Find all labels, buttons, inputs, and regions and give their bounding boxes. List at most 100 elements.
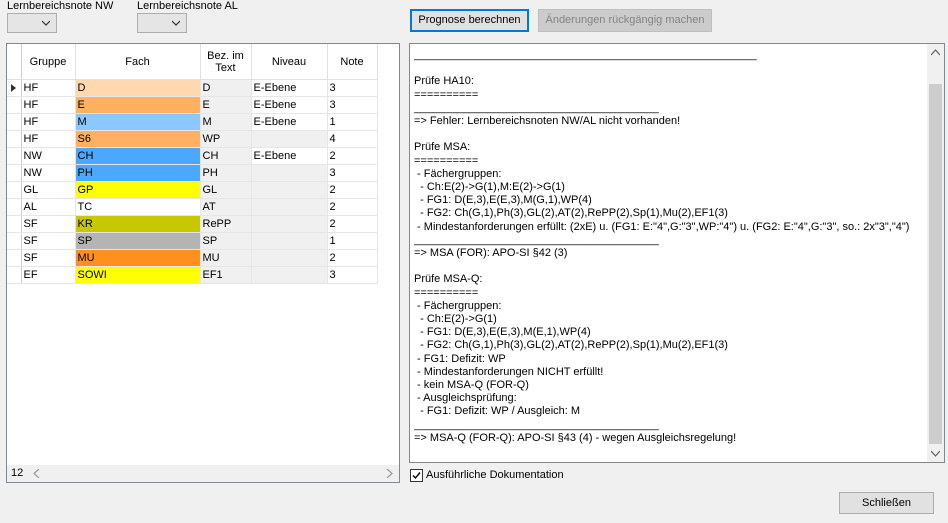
row-header[interactable] <box>7 96 22 114</box>
nw-select[interactable] <box>7 13 57 33</box>
cell-gruppe[interactable]: EF <box>21 266 76 284</box>
cell-bez[interactable]: AT <box>200 198 252 216</box>
cell-bez[interactable]: SP <box>200 232 252 250</box>
cell-gruppe[interactable]: AL <box>21 198 76 216</box>
cell-fach[interactable]: E <box>75 96 201 114</box>
cell-note[interactable]: 3 <box>327 164 378 182</box>
scrollbar-thumb[interactable] <box>929 84 942 444</box>
cell-gruppe[interactable]: HF <box>21 130 76 148</box>
cell-bez[interactable]: EF1 <box>200 266 252 284</box>
vertical-scrollbar[interactable] <box>927 44 944 462</box>
cell-gruppe[interactable]: SF <box>21 249 76 267</box>
row-header[interactable] <box>7 113 22 131</box>
cell-fach[interactable]: GP <box>75 181 201 199</box>
row-header[interactable] <box>7 181 22 199</box>
cell-niveau[interactable]: E-Ebene <box>251 79 328 97</box>
table-row[interactable]: AL TC AT 2 <box>7 198 378 216</box>
cell-niveau[interactable]: E-Ebene <box>251 113 328 131</box>
header-gruppe[interactable]: Gruppe <box>21 44 76 80</box>
cell-bez[interactable]: CH <box>200 147 252 165</box>
cell-fach[interactable]: D <box>75 79 201 97</box>
header-fach[interactable]: Fach <box>75 44 201 80</box>
detail-checkbox-label[interactable]: Ausführliche Dokumentation <box>426 469 564 481</box>
cell-note[interactable]: 4 <box>327 130 378 148</box>
header-note[interactable]: Note <box>327 44 378 80</box>
cell-note[interactable]: 2 <box>327 181 378 199</box>
chevron-up-icon[interactable] <box>931 48 940 57</box>
table-row[interactable]: HF E E E-Ebene 3 <box>7 96 378 114</box>
header-bez[interactable]: Bez. im Text <box>200 44 252 80</box>
cell-niveau[interactable] <box>251 130 328 148</box>
row-header[interactable] <box>7 147 22 165</box>
cell-bez[interactable]: RePP <box>200 215 252 233</box>
table-row[interactable]: SF KR RePP 2 <box>7 215 378 233</box>
horizontal-scrollbar[interactable]: 12 <box>7 465 399 482</box>
row-header[interactable] <box>7 232 22 250</box>
cell-gruppe[interactable]: SF <box>21 215 76 233</box>
cell-note[interactable]: 3 <box>327 266 378 284</box>
cell-niveau[interactable] <box>251 232 328 250</box>
cell-fach[interactable]: S6 <box>75 130 201 148</box>
row-header[interactable] <box>7 79 22 97</box>
cell-note[interactable]: 2 <box>327 147 378 165</box>
cell-bez[interactable]: GL <box>200 181 252 199</box>
cell-niveau[interactable] <box>251 198 328 216</box>
cell-gruppe[interactable]: HF <box>21 96 76 114</box>
cell-bez[interactable]: PH <box>200 164 252 182</box>
chevron-down-icon[interactable] <box>931 449 940 458</box>
cell-bez[interactable]: D <box>200 79 252 97</box>
cell-note[interactable]: 1 <box>327 232 378 250</box>
cell-fach[interactable]: SOWI <box>75 266 201 284</box>
cell-niveau[interactable] <box>251 266 328 284</box>
cell-niveau[interactable]: E-Ebene <box>251 147 328 165</box>
cell-note[interactable]: 2 <box>327 198 378 216</box>
table-row[interactable]: NW CH CH E-Ebene 2 <box>7 147 378 165</box>
table-row[interactable]: HF M M E-Ebene 1 <box>7 113 378 131</box>
detail-checkbox[interactable] <box>410 469 423 482</box>
cell-gruppe[interactable]: NW <box>21 164 76 182</box>
header-niveau[interactable]: Niveau <box>251 44 328 80</box>
cell-gruppe[interactable]: HF <box>21 113 76 131</box>
cell-niveau[interactable] <box>251 181 328 199</box>
prognose-button[interactable]: Prognose berechnen <box>410 9 529 32</box>
row-header[interactable] <box>7 215 22 233</box>
table-row[interactable]: GL GP GL 2 <box>7 181 378 199</box>
cell-fach[interactable]: M <box>75 113 201 131</box>
row-header[interactable] <box>7 249 22 267</box>
cell-note[interactable]: 3 <box>327 96 378 114</box>
cell-niveau[interactable] <box>251 249 328 267</box>
cell-fach[interactable]: SP <box>75 232 201 250</box>
row-header[interactable] <box>7 164 22 182</box>
cell-note[interactable]: 2 <box>327 215 378 233</box>
cell-note[interactable]: 2 <box>327 249 378 267</box>
chevron-left-icon[interactable] <box>33 469 41 478</box>
close-button[interactable]: Schließen <box>839 492 934 514</box>
table-row[interactable]: NW PH PH 3 <box>7 164 378 182</box>
table-row[interactable]: HF S6 WP 4 <box>7 130 378 148</box>
table-row[interactable]: SF MU MU 2 <box>7 249 378 267</box>
table-row[interactable]: SF SP SP 1 <box>7 232 378 250</box>
cell-gruppe[interactable]: NW <box>21 147 76 165</box>
log-textbox[interactable]: ________________________________________… <box>409 43 945 463</box>
table-row[interactable]: EF SOWI EF1 3 <box>7 266 378 284</box>
al-select[interactable] <box>137 13 187 33</box>
row-header[interactable] <box>7 266 22 284</box>
cell-bez[interactable]: E <box>200 96 252 114</box>
cell-note[interactable]: 1 <box>327 113 378 131</box>
cell-bez[interactable]: M <box>200 113 252 131</box>
table-row[interactable]: HF D D E-Ebene 3 <box>7 79 378 97</box>
chevron-right-icon[interactable] <box>385 469 393 478</box>
cell-gruppe[interactable]: SF <box>21 232 76 250</box>
cell-fach[interactable]: TC <box>75 198 201 216</box>
row-header[interactable] <box>7 130 22 148</box>
cell-fach[interactable]: CH <box>75 147 201 165</box>
cell-bez[interactable]: WP <box>200 130 252 148</box>
cell-fach[interactable]: MU <box>75 249 201 267</box>
cell-niveau[interactable] <box>251 215 328 233</box>
cell-gruppe[interactable]: GL <box>21 181 76 199</box>
cell-gruppe[interactable]: HF <box>21 79 76 97</box>
cell-bez[interactable]: MU <box>200 249 252 267</box>
cell-fach[interactable]: KR <box>75 215 201 233</box>
cell-fach[interactable]: PH <box>75 164 201 182</box>
cell-niveau[interactable]: E-Ebene <box>251 96 328 114</box>
